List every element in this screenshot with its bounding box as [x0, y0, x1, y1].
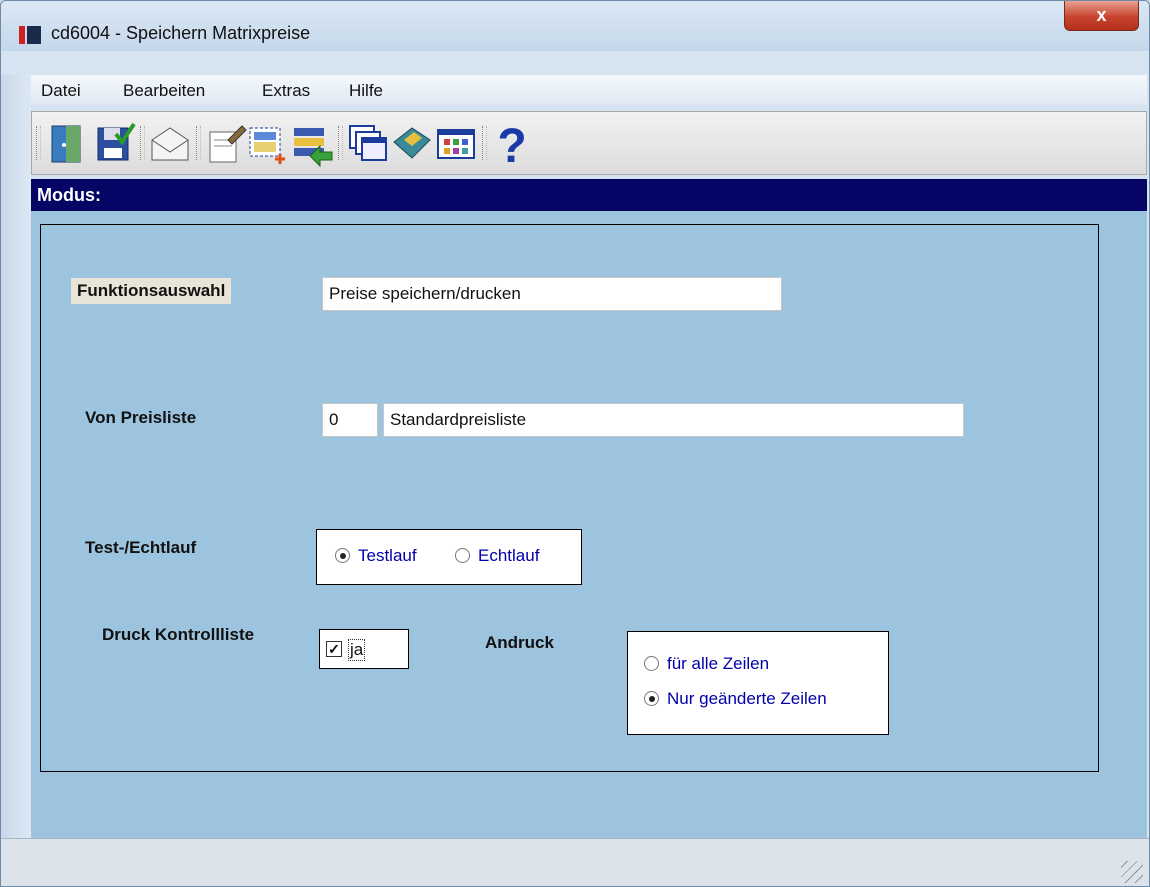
toolbar: ?: [31, 111, 1147, 175]
save-icon[interactable]: [92, 118, 136, 168]
radio-testlauf-label: Testlauf: [358, 546, 417, 565]
toolbar-separator: [196, 126, 201, 160]
toolbar-separator: [482, 126, 487, 160]
mail-icon[interactable]: [148, 118, 192, 168]
help-icon[interactable]: ?: [490, 118, 534, 173]
edit-icon[interactable]: [204, 118, 248, 168]
import-list-icon[interactable]: [290, 118, 334, 168]
druck-kontrollliste-box: ✓ ja: [319, 629, 409, 669]
radio-alle-zeilen-button[interactable]: [644, 656, 659, 671]
mode-bar: Modus:: [31, 179, 1147, 211]
help-glyph: ?: [497, 120, 526, 168]
radio-geaenderte-zeilen[interactable]: Nur geänderte Zeilen: [644, 689, 827, 709]
left-frame: [1, 75, 31, 886]
radio-echtlauf[interactable]: Echtlauf: [455, 546, 539, 566]
exit-door-icon[interactable]: [46, 118, 90, 168]
application-window: cd6004 - Speichern Matrixpreise x Datei …: [0, 0, 1150, 887]
radio-testlauf[interactable]: Testlauf: [335, 546, 417, 566]
window-title: cd6004 - Speichern Matrixpreise: [51, 23, 311, 43]
windows-icon[interactable]: [346, 118, 390, 168]
new-record-icon[interactable]: [246, 118, 290, 168]
grid-icon[interactable]: [434, 118, 478, 168]
menu-datei[interactable]: Datei: [41, 81, 81, 101]
druck-kontrollliste-value: ja: [348, 639, 366, 661]
toolbar-separator: [36, 126, 41, 160]
menu-extras[interactable]: Extras: [262, 81, 310, 101]
radio-alle-zeilen[interactable]: für alle Zeilen: [644, 654, 769, 674]
test-echtlauf-label: Test-/Echtlauf: [85, 538, 197, 557]
radio-echtlauf-button[interactable]: [455, 548, 470, 563]
menu-bearbeiten[interactable]: Bearbeiten: [123, 81, 205, 101]
resize-grip[interactable]: [1121, 861, 1143, 883]
lauf-radio-group: Testlauf Echtlauf: [316, 529, 582, 585]
book-icon[interactable]: [390, 118, 434, 168]
andruck-label: Andruck: [485, 633, 554, 652]
preisliste-name-field[interactable]: Standardpreisliste: [383, 403, 964, 437]
funktionsauswahl-label: Funktionsauswahl: [71, 278, 232, 304]
andruck-radio-group: für alle Zeilen Nur geänderte Zeilen: [627, 631, 889, 735]
form-group-box: Funktionsauswahl Preise speichern/drucke…: [40, 224, 1099, 772]
toolbar-separator: [140, 126, 145, 160]
radio-alle-zeilen-label: für alle Zeilen: [667, 654, 770, 673]
druck-kontrollliste-checkbox[interactable]: ✓: [326, 641, 342, 657]
toolbar-separator: [338, 126, 343, 160]
radio-testlauf-button[interactable]: [335, 548, 350, 563]
preisliste-number-field[interactable]: 0: [322, 403, 378, 437]
radio-echtlauf-label: Echtlauf: [478, 546, 540, 565]
form-area: Funktionsauswahl Preise speichern/drucke…: [31, 211, 1147, 838]
funktionsauswahl-field[interactable]: Preise speichern/drucken: [322, 277, 782, 311]
von-preisliste-label: Von Preisliste: [85, 408, 197, 427]
status-bar: [1, 838, 1149, 886]
menu-hilfe[interactable]: Hilfe: [349, 81, 383, 101]
close-button[interactable]: x: [1064, 1, 1139, 31]
title-bar[interactable]: cd6004 - Speichern Matrixpreise x: [1, 1, 1149, 51]
menu-bar: Datei Bearbeiten Extras Hilfe: [31, 75, 1147, 105]
radio-geaenderte-zeilen-button[interactable]: [644, 691, 659, 706]
radio-geaenderte-zeilen-label: Nur geänderte Zeilen: [667, 689, 827, 708]
app-icon: [19, 26, 41, 44]
druck-kontrollliste-label: Druck Kontrollliste: [102, 625, 255, 644]
